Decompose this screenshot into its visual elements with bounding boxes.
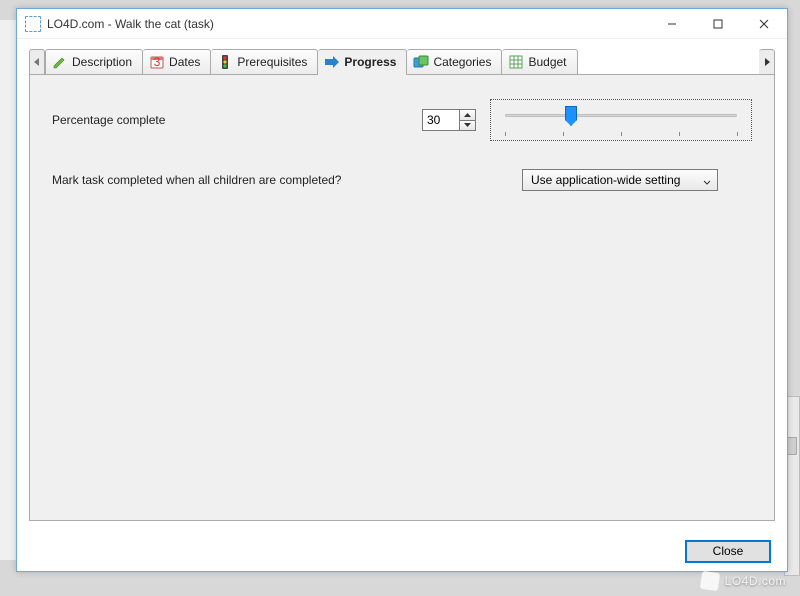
percentage-spinner[interactable] bbox=[422, 109, 476, 131]
categories-icon bbox=[413, 54, 429, 70]
tabstrip: Description 3 Dates Prerequisites Progre… bbox=[29, 49, 775, 75]
pencil-icon bbox=[52, 54, 68, 70]
tab-label: Dates bbox=[169, 55, 200, 69]
watermark-icon bbox=[699, 571, 719, 591]
slider-thumb[interactable] bbox=[565, 106, 577, 126]
background-scrollbar-thumb bbox=[787, 437, 797, 455]
mark-complete-row: Mark task completed when all children ar… bbox=[52, 169, 752, 191]
percentage-input[interactable] bbox=[423, 110, 459, 130]
tab-prerequisites[interactable]: Prerequisites bbox=[211, 49, 318, 75]
spinner-up-button[interactable] bbox=[460, 110, 475, 121]
close-button[interactable]: Close bbox=[685, 540, 771, 563]
slider-tick bbox=[737, 132, 738, 136]
dialog-footer: Close bbox=[17, 531, 787, 571]
dialog-content: Description 3 Dates Prerequisites Progre… bbox=[17, 39, 787, 531]
slider-tick bbox=[505, 132, 506, 136]
tab-label: Description bbox=[72, 55, 132, 69]
percentage-slider[interactable] bbox=[490, 99, 752, 141]
slider-track bbox=[505, 114, 737, 117]
watermark: LO4D.com bbox=[701, 572, 786, 590]
close-button-label: Close bbox=[713, 544, 744, 558]
tab-budget[interactable]: Budget bbox=[502, 49, 577, 75]
tab-description[interactable]: Description bbox=[45, 49, 143, 75]
watermark-text: LO4D.com bbox=[725, 574, 786, 588]
percentage-label: Percentage complete bbox=[52, 113, 422, 127]
svg-text:3: 3 bbox=[154, 55, 161, 69]
tab-dates[interactable]: 3 Dates bbox=[143, 49, 211, 75]
percentage-spin-buttons bbox=[459, 110, 475, 130]
traffic-light-icon bbox=[217, 54, 233, 70]
tab-progress[interactable]: Progress bbox=[318, 49, 407, 75]
progress-arrow-icon bbox=[324, 54, 340, 70]
mark-complete-dropdown[interactable]: Use application-wide setting bbox=[522, 169, 718, 191]
minimize-button[interactable] bbox=[649, 9, 695, 39]
spreadsheet-icon bbox=[508, 54, 524, 70]
tab-categories[interactable]: Categories bbox=[407, 49, 502, 75]
maximize-button[interactable] bbox=[695, 9, 741, 39]
tab-scroll-right[interactable] bbox=[759, 49, 775, 75]
close-window-button[interactable] bbox=[741, 9, 787, 39]
tab-scroll-left[interactable] bbox=[29, 49, 45, 75]
tab-label: Prerequisites bbox=[237, 55, 307, 69]
dropdown-selected-value: Use application-wide setting bbox=[531, 173, 680, 187]
slider-tick bbox=[621, 132, 622, 136]
tab-label: Categories bbox=[433, 55, 491, 69]
tab-label: Progress bbox=[344, 55, 396, 69]
app-icon bbox=[25, 16, 41, 32]
tab-label: Budget bbox=[528, 55, 566, 69]
task-dialog: LO4D.com - Walk the cat (task) Descripti… bbox=[16, 8, 788, 572]
percentage-row: Percentage complete bbox=[52, 99, 752, 141]
slider-tick bbox=[563, 132, 564, 136]
chevron-down-icon bbox=[703, 176, 711, 184]
titlebar[interactable]: LO4D.com - Walk the cat (task) bbox=[17, 9, 787, 39]
mark-complete-label: Mark task completed when all children ar… bbox=[52, 173, 522, 187]
calendar-icon: 3 bbox=[149, 54, 165, 70]
spinner-down-button[interactable] bbox=[460, 121, 475, 131]
window-title: LO4D.com - Walk the cat (task) bbox=[47, 17, 649, 31]
tab-panel-progress: Percentage complete bbox=[29, 74, 775, 521]
slider-tick bbox=[679, 132, 680, 136]
